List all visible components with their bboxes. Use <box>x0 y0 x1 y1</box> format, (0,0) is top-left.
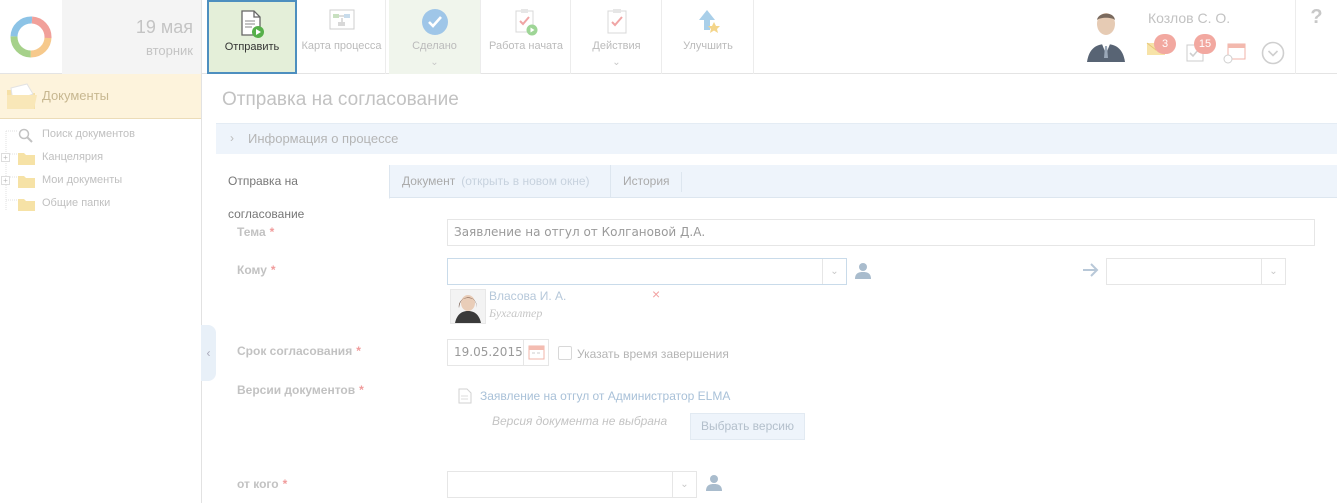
from-label: от кого * <box>237 477 288 491</box>
process-info-label: Информация о процессе <box>248 131 399 146</box>
required-mark: * <box>269 225 275 239</box>
actions-icon <box>605 8 629 40</box>
deadline-label: Срок согласования * <box>237 344 361 358</box>
done-button[interactable]: Сделано ⌄ <box>389 0 481 74</box>
chevron-down-icon[interactable]: ⌄ <box>822 259 846 284</box>
date-day: 19 мая <box>135 17 193 37</box>
user-avatar[interactable] <box>1083 8 1129 62</box>
sidebar-header[interactable]: Документы <box>0 74 201 119</box>
send-document-icon <box>239 10 265 42</box>
actions-button[interactable]: Действия ⌄ <box>572 0 662 74</box>
user-panel: Козлов С. О. 3 15 <box>1080 0 1296 74</box>
sidebar-item-label: Мои документы <box>42 174 123 186</box>
chevron-down-icon: ⌄ <box>612 57 621 68</box>
calendar-icon[interactable] <box>1222 42 1246 67</box>
choose-version-button[interactable]: Выбрать версию <box>690 413 805 440</box>
check-circle-icon <box>421 8 449 40</box>
sidebar-item-label: Общие папки <box>42 197 111 209</box>
improve-label: Улучшить <box>683 40 733 52</box>
chevron-down-icon: ⌄ <box>430 57 439 68</box>
send-button-label: Отправить <box>224 41 280 53</box>
sidebar-item-label: Канцелярия <box>42 151 104 163</box>
sidebar-item-search[interactable]: Поиск документов <box>0 123 201 146</box>
tab-history[interactable]: История <box>610 165 681 198</box>
documents-tree: Поиск документов + Канцелярия + Мои доку… <box>0 119 201 215</box>
process-map-label: Карта процесса <box>301 40 382 52</box>
required-mark: * <box>270 263 276 277</box>
expand-circle-icon[interactable] <box>1261 41 1285 68</box>
required-mark: * <box>282 477 288 491</box>
specify-time-label[interactable]: Указать время завершения <box>577 347 729 361</box>
date-panel: 19 мая вторник <box>62 0 202 74</box>
sidebar-item-shared-folders[interactable]: Общие папки <box>0 192 201 215</box>
chevron-down-icon[interactable]: ⌄ <box>1261 259 1285 284</box>
folder-icon <box>18 197 35 220</box>
calendar-picker-icon[interactable] <box>523 340 548 365</box>
improve-button[interactable]: Улучшить <box>663 0 754 74</box>
versions-label: Версии документов * <box>237 383 364 397</box>
process-map-button[interactable]: Карта процесса <box>298 0 386 74</box>
tab-document[interactable]: Документ (открыть в новом окне) <box>390 165 602 198</box>
document-link[interactable]: Заявление на отгул от Администратор ELMA <box>480 389 730 403</box>
subject-label: Тема * <box>237 225 275 239</box>
documents-folder-icon <box>6 83 38 114</box>
assignee-role: Бухгалтер <box>489 306 543 320</box>
tabs-bar: Отправка на согласование Документ (открыт… <box>216 165 1337 221</box>
to-label: Кому * <box>237 263 276 277</box>
tab-send-approval[interactable]: Отправка на согласование <box>216 165 390 221</box>
from-combobox[interactable]: ⌄ <box>447 471 697 498</box>
improve-icon <box>695 8 721 40</box>
document-icon <box>458 388 472 407</box>
done-label: Сделано <box>412 40 457 52</box>
sidebar-title: Документы <box>42 88 110 103</box>
top-toolbar: 19 мая вторник Отправить Карта процесса … <box>0 0 1337 74</box>
assignee-avatar <box>450 289 486 324</box>
required-mark: * <box>356 344 361 358</box>
date-weekday: вторник <box>145 43 193 58</box>
subject-input[interactable]: Заявление на отгул от Колгановой Д.А. <box>447 219 1315 246</box>
tab-document-label: Документ <box>402 174 456 188</box>
actions-label: Действия <box>592 40 641 52</box>
expand-icon[interactable]: + <box>1 176 10 185</box>
chevron-right-icon: › <box>230 131 234 145</box>
user-picker-icon[interactable] <box>854 262 872 282</box>
page-title: Отправка на согласование <box>222 89 459 110</box>
process-map-icon <box>329 8 355 36</box>
assignee-name[interactable]: Власова И. А. <box>489 289 566 303</box>
messages-badge[interactable]: 3 <box>1154 34 1176 54</box>
remove-assignee-button[interactable]: × <box>652 286 660 302</box>
approval-form: Тема * Заявление на отгул от Колгановой Д… <box>216 199 1337 503</box>
to-combobox[interactable]: ⌄ <box>447 258 847 285</box>
send-button[interactable]: Отправить <box>207 0 297 74</box>
expand-icon[interactable]: + <box>1 153 10 162</box>
work-started-button[interactable]: Работа начата <box>482 0 571 74</box>
sidebar-item-my-documents[interactable]: + Мои документы <box>0 169 201 192</box>
work-started-label: Работа начата <box>489 40 563 52</box>
sidebar: Документы Поиск документов + Канцелярия … <box>0 74 202 503</box>
version-not-selected-text: Версия документа не выбрана <box>492 414 668 428</box>
sidebar-item-label: Поиск документов <box>42 128 136 140</box>
user-name[interactable]: Козлов С. О. <box>1148 10 1230 26</box>
required-mark: * <box>359 383 364 397</box>
specify-time-checkbox[interactable] <box>558 346 572 360</box>
process-info-toggle[interactable]: › Информация о процессе <box>216 123 1337 154</box>
deadline-date-input[interactable]: 19.05.2015 <box>447 339 549 366</box>
sidebar-item-office[interactable]: + Канцелярия <box>0 146 201 169</box>
open-in-new-window-link[interactable]: (открыть в новом окне) <box>461 174 589 188</box>
substitute-combobox[interactable]: ⌄ <box>1106 258 1286 285</box>
help-button[interactable]: ? <box>1296 0 1337 74</box>
tab-divider <box>681 172 682 192</box>
arrow-right-icon <box>1082 262 1100 281</box>
tasks-badge[interactable]: 15 <box>1194 34 1216 54</box>
user-picker-icon[interactable] <box>705 474 723 494</box>
main-content: Отправка на согласование › Информация о … <box>202 74 1337 503</box>
task-start-icon <box>513 8 539 40</box>
chevron-down-icon[interactable]: ⌄ <box>672 472 696 497</box>
